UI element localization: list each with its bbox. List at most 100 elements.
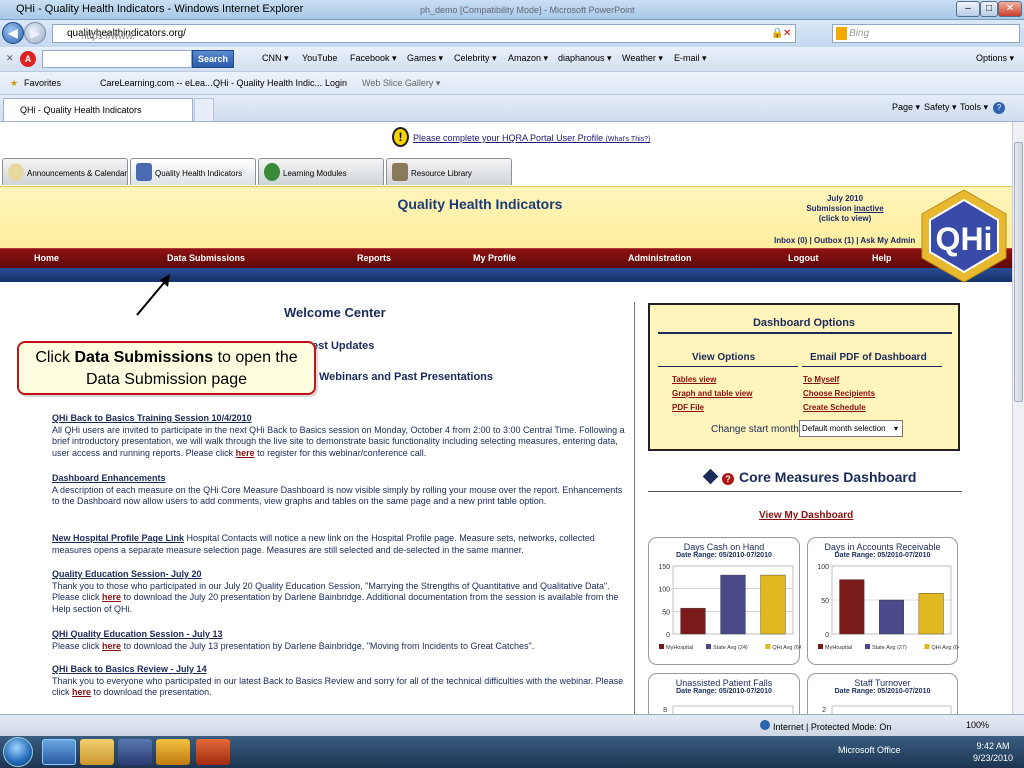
toolbar-item-email[interactable]: E-mail ▾ [674,53,707,64]
bar [680,607,706,635]
dashboard-options-title: Dashboard Options [752,317,856,329]
search-field[interactable]: Bing [832,24,1020,43]
tab-quality-health-indicators[interactable]: Quality Health Indicators [130,158,256,185]
download-link[interactable]: here [102,641,121,651]
globe-icon [760,720,770,730]
forward-button[interactable]: ▶ [24,22,46,44]
news-title[interactable]: Dashboard Enhancements [52,473,627,485]
command-tools[interactable]: Tools ▾ [960,102,988,113]
home-icon[interactable] [702,468,719,485]
command-safety[interactable]: Safety ▾ [924,102,957,113]
chart-card-staff-turnover[interactable]: Staff Turnover Date Range: 05/2010-07/20… [807,673,958,714]
submission-status[interactable]: July 2010 Submission inactive (click to … [805,194,885,224]
window-titlebar: QHi - Quality Health Indicators - Window… [0,0,1024,20]
toolbar-item-amazon[interactable]: Amazon ▾ [508,53,548,64]
help-circle-icon[interactable]: ? [722,473,734,485]
start-month-select[interactable]: Default month selection ▾ [799,420,903,437]
minimize-button[interactable]: – [956,1,980,17]
profile-notice-link[interactable]: Please complete your HQRA Portal User Pr… [413,133,650,143]
stop-icon[interactable]: ✕ [783,28,791,39]
nav-data-submissions[interactable]: Data Submissions [167,253,245,263]
back-button[interactable]: ◀ [2,22,24,44]
favorite-web-slice[interactable]: Web Slice Gallery ▾ [362,78,440,89]
y-tick-label: 0 [825,632,829,639]
ask-search-button[interactable]: Search [192,50,234,68]
news-title[interactable]: QHi Quality Education Session - July 13 [52,629,627,641]
news-title[interactable]: New Hospital Profile Page Link [52,533,184,543]
system-clock[interactable]: 9:42 AM 9/23/2010 [968,740,1018,764]
news-title[interactable]: QHi Back to Basics Review - July 14 [52,664,627,676]
news-title[interactable]: Quality Education Session- July 20 [52,569,627,581]
tab-announcements[interactable]: Announcements & Calendar [2,158,128,185]
favorites-button[interactable]: Favorites [24,78,61,88]
inbox-links[interactable]: Inbox (0) | Outbox (1) | Ask My Admin [774,236,915,245]
url-field[interactable]: https://www. qualityhealthindicators.org/… [52,24,796,43]
toolbar-item-games[interactable]: Games ▾ [407,53,443,64]
favorite-login[interactable]: Login [325,78,347,88]
y-tick-label: 50 [821,598,829,605]
favorite-carelearning[interactable]: CareLearning.com -- eLea... [100,78,213,88]
svg-text:QHi: QHi [936,221,993,257]
ie-taskbar-icon[interactable] [42,739,76,765]
address-bar: ◀ ▶ https://www. qualityhealthindicators.… [0,20,1024,47]
tables-view-link[interactable]: Tables view [672,375,716,384]
download-link[interactable]: here [72,687,91,697]
page-scrollbar[interactable] [1012,122,1024,714]
security-zone[interactable]: Internet | Protected Mode: On [760,720,891,732]
close-toolbar-icon[interactable]: ✕ [6,53,14,64]
bar [720,574,746,635]
create-schedule-link[interactable]: Create Schedule [803,403,866,412]
scrollbar-thumb[interactable] [1014,142,1023,402]
help-icon[interactable]: ? [993,102,1005,114]
toolbar-item-cnn[interactable]: CNN ▾ [262,53,289,64]
pdf-file-link[interactable]: PDF File [672,403,704,412]
ask-search-input[interactable] [42,50,192,68]
browser-tab-qhi[interactable]: QHi - Quality Health Indicators [3,98,193,121]
zoom-level[interactable]: 100% [966,720,989,730]
nav-administration[interactable]: Administration [628,253,692,263]
chart-card-accounts-receivable[interactable]: Days in Accounts Receivable Date Range: … [807,537,959,665]
y-tick-label: 100 [658,587,670,594]
start-button[interactable] [3,737,33,767]
toolbar-item-diaphanous[interactable]: diaphanous ▾ [558,53,612,64]
tray-office[interactable]: Microsoft Office [838,745,900,755]
legend-swatch [765,644,771,649]
toolbar-item-youtube[interactable]: YouTube [302,53,337,63]
nav-help[interactable]: Help [872,253,892,263]
core-measures-heading: ? Core Measures Dashboard [702,468,916,485]
welcome-heading: Welcome Center [284,305,386,320]
chevron-down-icon: ▾ [893,424,898,433]
news-item: QHi Quality Education Session - July 13 … [52,629,627,652]
tab-learning-modules[interactable]: Learning Modules [258,158,384,185]
explorer-taskbar-icon[interactable] [80,739,114,765]
nav-reports[interactable]: Reports [357,253,391,263]
app-taskbar-icon[interactable] [156,739,190,765]
tab-resource-library[interactable]: Resource Library [386,158,512,185]
nav-my-profile[interactable]: My Profile [473,253,516,263]
chart-card-days-cash[interactable]: Days Cash on Hand Date Range: 05/2010-07… [648,537,801,665]
legend-swatch [865,644,870,649]
new-tab-button[interactable] [194,98,214,121]
news-title[interactable]: QHi Back to Basics Training Session 10/4… [52,413,627,425]
maximize-button[interactable]: □ [980,1,998,17]
email-myself-link[interactable]: To Myself [803,375,839,384]
register-link[interactable]: here [236,448,255,458]
nav-home[interactable]: Home [34,253,59,263]
toolbar-item-facebook[interactable]: Facebook ▾ [350,53,397,64]
view-my-dashboard-link[interactable]: View My Dashboard [759,510,853,521]
nav-logout[interactable]: Logout [788,253,819,263]
toolbar-options[interactable]: Options ▾ [976,53,1014,64]
chart-card-patient-falls[interactable]: Unassisted Patient Falls Date Range: 05/… [648,673,800,714]
graph-table-view-link[interactable]: Graph and table view [672,389,752,398]
download-link[interactable]: here [102,592,121,602]
y-tick-label: 150 [658,564,670,571]
column-divider [634,302,635,714]
favorite-qhi[interactable]: QHi - Quality Health Indic... [213,78,322,88]
close-window-button[interactable]: ✕ [998,1,1022,17]
media-taskbar-icon[interactable] [118,739,152,765]
choose-recipients-link[interactable]: Choose Recipients [803,389,875,398]
powerpoint-taskbar-icon[interactable] [196,739,230,765]
toolbar-item-weather[interactable]: Weather ▾ [622,53,663,64]
toolbar-item-celebrity[interactable]: Celebrity ▾ [454,53,497,64]
command-page[interactable]: Page ▾ [892,102,920,113]
